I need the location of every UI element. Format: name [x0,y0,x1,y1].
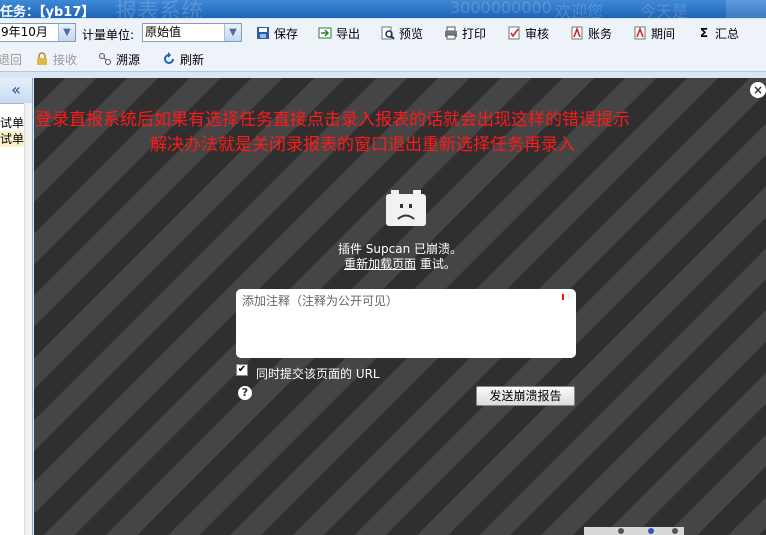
cursor-marker [562,294,564,300]
secondary-toolbar: 退回 接收 溯源 刷新 [0,47,766,72]
audit-button-label: 审核 [525,26,550,41]
comment-field[interactable]: 添加注释（注释为公开可见） [236,289,576,358]
audit-button[interactable]: 审核 [507,24,549,42]
return-button-label: 退回 [0,52,23,67]
main-toolbar: 9年10月 ▼ 计量单位: 原始值 ▼ 保存 导出 预览 打印 审核 账务 期间… [0,19,766,48]
reload-line: 重新加载页面 重试。 [34,255,766,272]
reload-page-link[interactable]: 重新加载页面 [344,257,416,271]
print-button[interactable]: 打印 [444,24,486,42]
save-button-label: 保存 [274,26,299,41]
refresh-button[interactable]: 刷新 [162,50,204,68]
accounts-button-label: 账务 [588,26,613,41]
save-icon [256,26,270,40]
period-select[interactable]: 9年10月 ▼ [0,23,76,42]
submit-url-label: 同时提交该页面的 URL [256,367,380,381]
print-icon [444,26,458,40]
export-button-label: 导出 [336,26,361,41]
ghost-item-1: 3000000000 [450,0,552,17]
title-bar-right-area [726,0,766,18]
status-icon [618,528,624,534]
comment-placeholder: 添加注释（注释为公开可见） [242,294,399,308]
sad-plugin-icon [386,190,426,226]
trace-button-label: 溯源 [116,52,141,67]
print-button-label: 打印 [462,26,487,41]
unit-select[interactable]: 原始值 ▼ [142,23,242,42]
preview-icon [381,26,395,40]
unit-select-value: 原始值 [145,25,182,39]
receive-button[interactable]: 接收 [35,50,77,68]
audit-icon [507,26,521,40]
preview-button[interactable]: 预览 [381,24,423,42]
export-icon [318,26,332,40]
plugin-crash-area: 登录直报系统后如果有选择任务直接点击录入报表的话就会出现这样的错误提示 解决办法… [34,78,766,535]
period-button-label: 期间 [651,26,676,41]
sum-button[interactable]: Σ 汇总 [697,24,739,42]
close-icon[interactable]: × [750,82,766,98]
collapse-icon[interactable]: « [0,78,32,104]
sum-button-label: 汇总 [715,26,740,41]
accounts-button[interactable]: 账务 [570,24,612,42]
vertical-scrollbar[interactable] [24,103,32,535]
annotation-line-1: 登录直报系统后如果有选择任务直接点击录入报表的话就会出现这样的错误提示 [35,110,630,130]
accounts-icon [570,26,584,40]
left-panel: « 试单位 试单位 [0,78,33,535]
ghost-item-2: 欢迎您 [555,2,604,18]
send-crash-report-button[interactable]: 发送崩溃报告 [476,386,575,406]
period-icon [633,26,647,40]
sum-icon: Σ [699,26,709,40]
lock-icon [35,52,49,66]
ghost-item-3: 今天是 [640,2,689,18]
submit-url-checkbox[interactable]: ✔ [236,364,248,376]
annotation-line-2: 解决办法就是关闭录报表的窗口退出重新选择任务再录入 [150,135,575,155]
unit-label: 计量单位: [82,28,135,42]
export-button[interactable]: 导出 [318,24,360,42]
preview-button-label: 预览 [399,26,424,41]
dropdown-icon [672,528,678,534]
chevron-down-icon[interactable]: ▼ [224,24,241,41]
title-bar: 任务：【yb17】 报表系统 3000000000 欢迎您 今天是 [0,0,766,18]
trace-icon [98,52,112,66]
help-icon[interactable]: ? [238,386,252,400]
save-button[interactable]: 保存 [256,24,298,42]
return-button[interactable]: 退回 [0,50,22,68]
period-select-value: 9年10月 [1,25,48,39]
period-button[interactable]: 期间 [633,24,675,42]
chevron-down-icon[interactable]: ▼ [58,24,75,41]
refresh-button-label: 刷新 [180,52,205,67]
retry-suffix: 重试。 [416,257,456,271]
ghost-system-title: 报表系统 [115,0,204,18]
globe-icon [648,528,654,534]
task-title: 任务：【yb17】 [0,5,95,18]
status-strip [584,527,684,535]
refresh-icon [162,52,176,66]
trace-button[interactable]: 溯源 [98,50,140,68]
receive-button-label: 接收 [53,52,78,67]
